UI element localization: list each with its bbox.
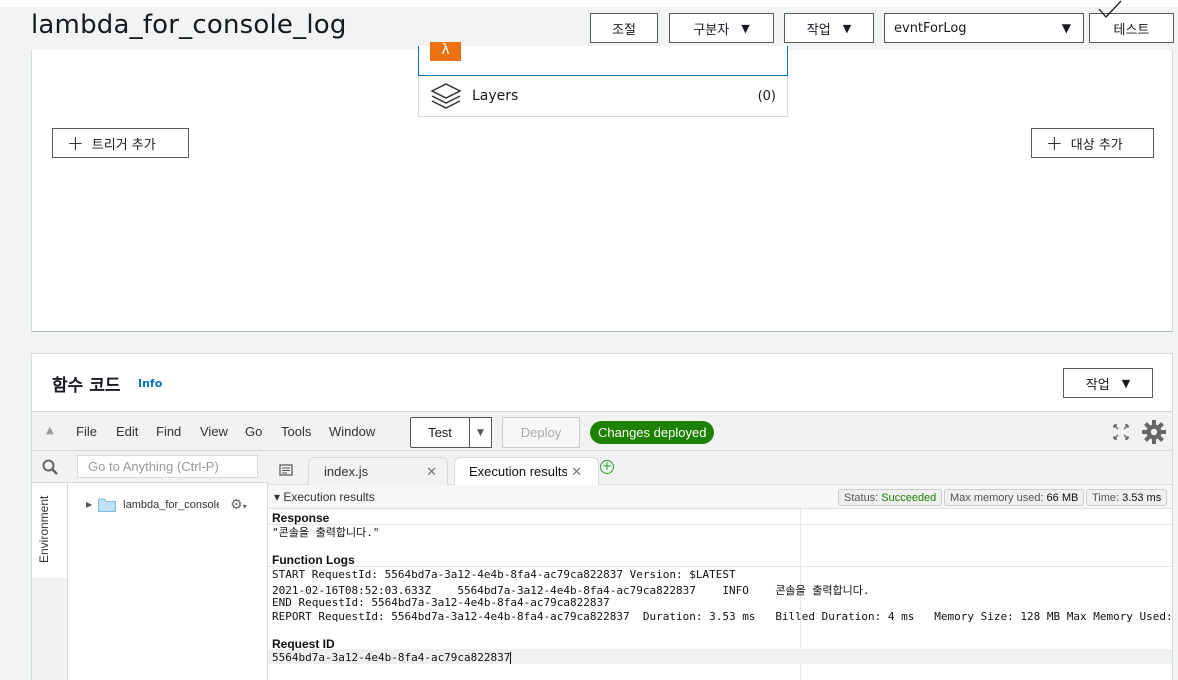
caret-down-icon: ▼ [1061, 21, 1071, 35]
tree-folder-item[interactable]: ▶ lambda_for_console_log ⚙▾ [86, 496, 247, 513]
response-value: "콘솔을 출력합니다." [272, 526, 380, 539]
menu-edit[interactable]: Edit [116, 424, 138, 439]
request-id-heading: Request ID [272, 637, 335, 651]
caret-down-icon: ▼ [741, 21, 750, 35]
caret-down-icon: ▼ [1121, 376, 1131, 390]
menu-find[interactable]: Find [156, 424, 181, 439]
test-event-value: evntForLog [894, 20, 967, 36]
code-actions-label: 작업 [1085, 377, 1110, 393]
sidebar-strip [32, 578, 68, 680]
deploy-button[interactable]: Deploy [502, 417, 580, 448]
ide-sidebar: Go to Anything (Ctrl-P) Environment ▶ la… [32, 451, 268, 680]
add-destination-label: 대상 추가 [1070, 137, 1123, 153]
checkmark-icon [1097, 0, 1123, 26]
lambda-icon: λ [430, 42, 461, 61]
row-separator [268, 524, 1172, 525]
menu-go[interactable]: Go [245, 424, 262, 439]
folder-settings-icon[interactable]: ⚙▾ [230, 496, 247, 513]
fullscreen-icon[interactable] [1112, 423, 1130, 441]
plus-icon: + [67, 131, 84, 155]
results-header: ▾ Execution results Status: Succeeded Max… [268, 485, 1172, 509]
environment-tab-label: Environment [37, 495, 51, 563]
go-to-anything-input[interactable]: Go to Anything (Ctrl-P) [77, 455, 258, 478]
ide-test-button[interactable]: Test [410, 417, 470, 448]
layers-count: (0) [757, 88, 776, 104]
add-tab-icon[interactable]: + [600, 460, 614, 474]
actions-button[interactable]: 작업 ▼ [784, 13, 874, 43]
qualifiers-button-label: 구분자 [693, 22, 730, 38]
page-header: lambda_for_console_log 조절 구분자 ▼ 작업 ▼ evn… [0, 0, 1178, 50]
test-event-select[interactable]: evntForLog ▼ [884, 13, 1084, 43]
search-bar: Go to Anything (Ctrl-P) [32, 451, 268, 483]
layers-label: Layers [472, 88, 519, 104]
environment-tab[interactable]: Environment [32, 483, 68, 578]
collapse-icon[interactable]: ▲ [46, 425, 54, 436]
function-node[interactable]: λ [418, 42, 788, 76]
menu-tools[interactable]: Tools [281, 424, 311, 439]
header-topline [0, 0, 1178, 7]
menu-view[interactable]: View [200, 424, 228, 439]
tab-index-js-label: index.js [324, 464, 369, 479]
tab-execution-results-label: Execution results [469, 464, 567, 479]
log-line: END RequestId: 5564bd7a-3a12-4e4b-8fa4-a… [272, 596, 610, 609]
add-trigger-label: 트리거 추가 [91, 137, 156, 153]
add-trigger-button[interactable]: + 트리거 추가 [52, 128, 189, 158]
search-icon [42, 459, 58, 475]
gear-icon[interactable] [1141, 419, 1167, 445]
editor-tabs-bar: index.js ✕ Execution results ✕ + [268, 451, 1172, 485]
close-icon[interactable]: ✕ [571, 464, 582, 480]
actions-button-label: 작업 [806, 22, 831, 38]
caret-down-icon: ▼ [842, 21, 852, 35]
close-icon[interactable]: ✕ [426, 464, 437, 480]
qualifiers-button[interactable]: 구분자 ▼ [669, 13, 774, 43]
ide-toolbar: ▲ File Edit Find View Go Tools Window Te… [32, 411, 1172, 451]
max-memory-badge: Max memory used: 66 MB [944, 489, 1085, 506]
log-line: START RequestId: 5564bd7a-3a12-4e4b-8fa4… [272, 568, 736, 581]
test-dropdown-button[interactable]: ▼ [469, 417, 492, 448]
search-placeholder: Go to Anything (Ctrl-P) [88, 459, 219, 474]
response-heading: Response [272, 511, 330, 525]
row-separator [268, 566, 1172, 567]
tab-execution-results[interactable]: Execution results ✕ [454, 457, 599, 485]
info-link[interactable]: Info [138, 377, 162, 390]
folder-icon [98, 498, 117, 512]
plus-icon: + [1046, 131, 1063, 155]
throttle-button-label: 조절 [612, 22, 636, 38]
menu-file[interactable]: File [76, 424, 97, 439]
execution-results: ▾ Execution results Status: Succeeded Max… [268, 485, 1173, 680]
status-badge: Status: Succeeded [838, 489, 943, 506]
add-destination-button[interactable]: + 대상 추가 [1031, 128, 1154, 158]
time-badge: Time: 3.53 ms [1086, 489, 1168, 506]
menu-window[interactable]: Window [329, 424, 375, 439]
changes-deployed-badge: Changes deployed [590, 421, 715, 444]
throttle-button[interactable]: 조절 [590, 13, 658, 43]
tree-folder-label: lambda_for_console_log [123, 498, 219, 511]
log-line: REPORT RequestId: 5564bd7a-3a12-4e4b-8fa… [272, 610, 1173, 623]
layers-icon [430, 82, 462, 110]
page-title: lambda_for_console_log [31, 10, 347, 40]
designer-panel: λ Layers (0) + 트리거 추가 + 대상 추가 [31, 42, 1173, 332]
tab-index-js[interactable]: index.js ✕ [308, 457, 448, 485]
tab-menu-icon[interactable] [279, 461, 293, 476]
function-logs-heading: Function Logs [272, 553, 355, 567]
code-actions-button[interactable]: 작업 ▼ [1063, 368, 1153, 398]
function-code-panel: 함수 코드 Info 작업 ▼ ▲ File Edit Find View Go… [31, 353, 1173, 680]
request-id-value[interactable]: 5564bd7a-3a12-4e4b-8fa4-ac79ca822837 [272, 651, 512, 664]
results-title[interactable]: ▾ Execution results [274, 490, 375, 504]
layers-node[interactable]: Layers (0) [418, 76, 788, 117]
expand-arrow-icon[interactable]: ▶ [86, 500, 92, 509]
function-code-title: 함수 코드 [52, 376, 121, 396]
